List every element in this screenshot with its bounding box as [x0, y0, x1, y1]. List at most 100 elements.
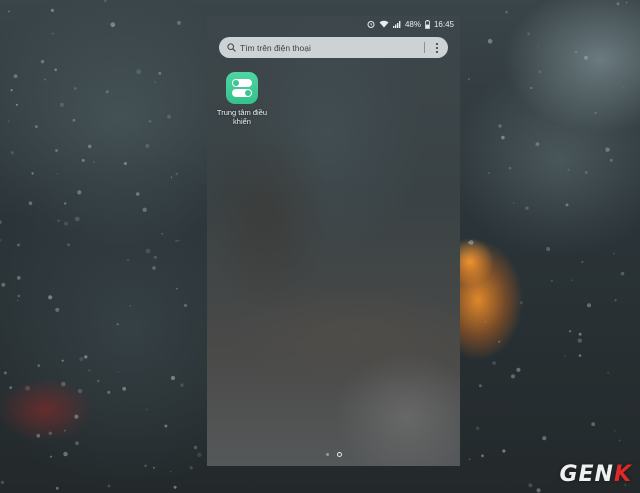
raindrop	[50, 455, 52, 458]
raindrop	[584, 171, 588, 174]
raindrop	[13, 74, 18, 78]
raindrop	[63, 202, 67, 205]
raindrop	[537, 45, 539, 48]
raindrop	[146, 408, 149, 411]
raindrop	[28, 201, 33, 205]
raindrop	[10, 89, 13, 92]
raindrop	[34, 125, 38, 129]
raindrop	[48, 295, 53, 300]
raindrop	[527, 32, 530, 36]
raindrop	[129, 305, 132, 307]
raindrop	[498, 124, 502, 128]
toggle-switches-icon[interactable]	[226, 72, 258, 104]
raindrop	[193, 445, 198, 450]
app-label: Trung tâm điều khiển	[216, 108, 268, 126]
raindrop	[508, 166, 512, 170]
raindrop	[164, 424, 168, 428]
raindrop	[578, 332, 582, 336]
raindrop	[52, 32, 54, 35]
raindrop	[511, 374, 515, 379]
raindrop	[180, 383, 184, 388]
raindrop	[530, 86, 533, 90]
page-dot-2-current[interactable]	[336, 452, 342, 457]
page-dot-1[interactable]	[325, 453, 329, 456]
raindrop	[72, 118, 76, 122]
raindrop	[40, 59, 45, 64]
search-icon	[227, 43, 236, 52]
raindrop	[59, 102, 64, 107]
raindrop	[487, 38, 493, 44]
raindrop	[105, 90, 109, 94]
raindrop	[122, 386, 127, 391]
raindrop	[605, 147, 610, 152]
raindrop	[536, 488, 541, 493]
more-vertical-icon[interactable]	[432, 41, 442, 55]
raindrop	[487, 171, 490, 175]
raindrop	[87, 144, 92, 149]
raindrop	[144, 464, 147, 467]
raindrop	[519, 301, 523, 305]
raindrop	[475, 426, 480, 431]
app-shortcut-control-center[interactable]: Trung tâm điều khiển	[215, 72, 269, 126]
raindrop	[117, 371, 119, 373]
raindrop	[625, 1, 628, 4]
raindrop	[0, 238, 2, 242]
raindrop	[145, 144, 150, 148]
raindrop	[613, 252, 615, 255]
raindrop	[44, 78, 46, 81]
raindrop	[484, 321, 487, 323]
raindrop	[574, 50, 578, 53]
raindrop	[525, 206, 529, 210]
raindrop	[63, 451, 68, 457]
raindrop	[136, 69, 142, 75]
raindrop	[17, 243, 20, 247]
raindrop	[154, 81, 157, 83]
raindrop	[7, 120, 10, 122]
raindrop	[84, 355, 88, 359]
raindrop	[618, 439, 621, 442]
raindrop	[54, 68, 57, 72]
raindrop	[9, 386, 13, 389]
raindrop	[170, 470, 172, 473]
raindrop	[564, 355, 566, 357]
genk-logo: GENK	[559, 462, 632, 487]
raindrop	[142, 207, 147, 212]
raindrop	[16, 276, 21, 280]
raindrop	[152, 466, 155, 469]
raindrop	[528, 483, 533, 488]
search-bar[interactable]: Tìm trên điện thoại	[219, 37, 448, 58]
alarm-icon	[367, 20, 375, 28]
raindrop	[609, 158, 613, 162]
raindrop	[61, 359, 64, 362]
raindrop	[17, 299, 19, 302]
raindrop	[567, 168, 570, 171]
raindrop	[63, 429, 66, 432]
raindrop	[614, 299, 617, 302]
raindrop	[591, 422, 596, 427]
raindrop	[173, 485, 177, 489]
raindrop	[607, 372, 609, 374]
raindrop	[568, 330, 572, 333]
raindrop	[175, 239, 178, 242]
raindrop	[0, 480, 5, 485]
raindrop	[178, 240, 180, 242]
raindrop	[77, 388, 83, 394]
raindrop	[581, 260, 584, 263]
raindrop	[175, 172, 178, 176]
raindrop	[594, 111, 597, 114]
raindrop	[516, 367, 521, 372]
raindrop	[15, 103, 18, 106]
raindrop	[167, 114, 171, 119]
battery-icon	[424, 19, 430, 29]
screenshot-stage: 48% 16:45 Tìm trên điện thoại Trung tâm …	[0, 0, 640, 493]
search-input[interactable]: Tìm trên điện thoại	[240, 43, 424, 53]
raindrop	[505, 10, 508, 14]
raindrop	[79, 357, 84, 362]
page-indicator	[207, 452, 460, 457]
raindrop	[176, 287, 178, 290]
raindrop	[75, 216, 80, 222]
raindrop	[153, 255, 157, 259]
raindrop	[189, 466, 193, 470]
raindrop	[183, 303, 188, 307]
raindrop	[587, 303, 591, 308]
